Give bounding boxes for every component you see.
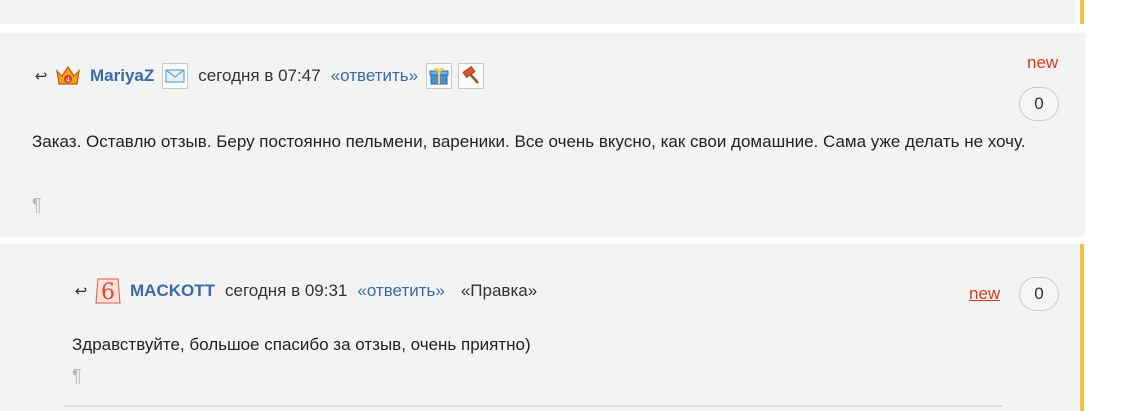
crown-avatar-icon: 4 xyxy=(54,62,82,90)
hammer-icon[interactable] xyxy=(458,63,485,89)
accent-bar-reply xyxy=(1080,244,1084,411)
comment-author[interactable]: MACKOTT xyxy=(130,281,215,301)
svg-text:6: 6 xyxy=(101,280,115,305)
comment-author[interactable]: MariyaZ xyxy=(90,66,154,86)
edit-link[interactable]: «Правка» xyxy=(461,281,537,301)
reply-arrow-icon[interactable]: ↩ xyxy=(72,282,90,300)
permalink-pilcrow[interactable]: ¶ xyxy=(72,366,82,387)
comment-time: сегодня в 07:47 xyxy=(198,66,321,85)
comment-mackott: ↩ 6 MACKOTT сегодня в 09:31 «ответить» «… xyxy=(0,244,1080,411)
reply-link[interactable]: «ответить» xyxy=(357,281,444,301)
comment-time: сегодня в 09:31 xyxy=(224,281,348,300)
gift-icon[interactable] xyxy=(426,63,453,89)
mail-icon[interactable] xyxy=(162,63,189,89)
vote-count[interactable]: 0 xyxy=(1019,87,1059,121)
comment-mariyaz: ↩ 4 MariyaZ сегодня в 07:47 «ответить» n… xyxy=(0,33,1085,237)
reply-arrow-icon[interactable]: ↩ xyxy=(32,67,50,85)
previous-comment-block xyxy=(0,0,1075,24)
new-badge[interactable]: new xyxy=(1027,53,1058,73)
svg-text:4: 4 xyxy=(66,76,71,84)
comment-text: Заказ. Оставлю отзыв. Беру постоянно пел… xyxy=(32,132,1026,151)
permalink-pilcrow[interactable]: ¶ xyxy=(32,195,42,216)
new-badge[interactable]: new xyxy=(969,284,1000,304)
vote-count[interactable]: 0 xyxy=(1019,277,1059,311)
comment-text: Здравствуйте, большое спасибо за отзыв, … xyxy=(72,335,531,354)
accent-bar-top xyxy=(1080,0,1084,24)
reply-link[interactable]: «ответить» xyxy=(331,66,418,86)
badge-6-avatar-icon: 6 xyxy=(94,276,122,306)
divider xyxy=(64,405,1002,407)
